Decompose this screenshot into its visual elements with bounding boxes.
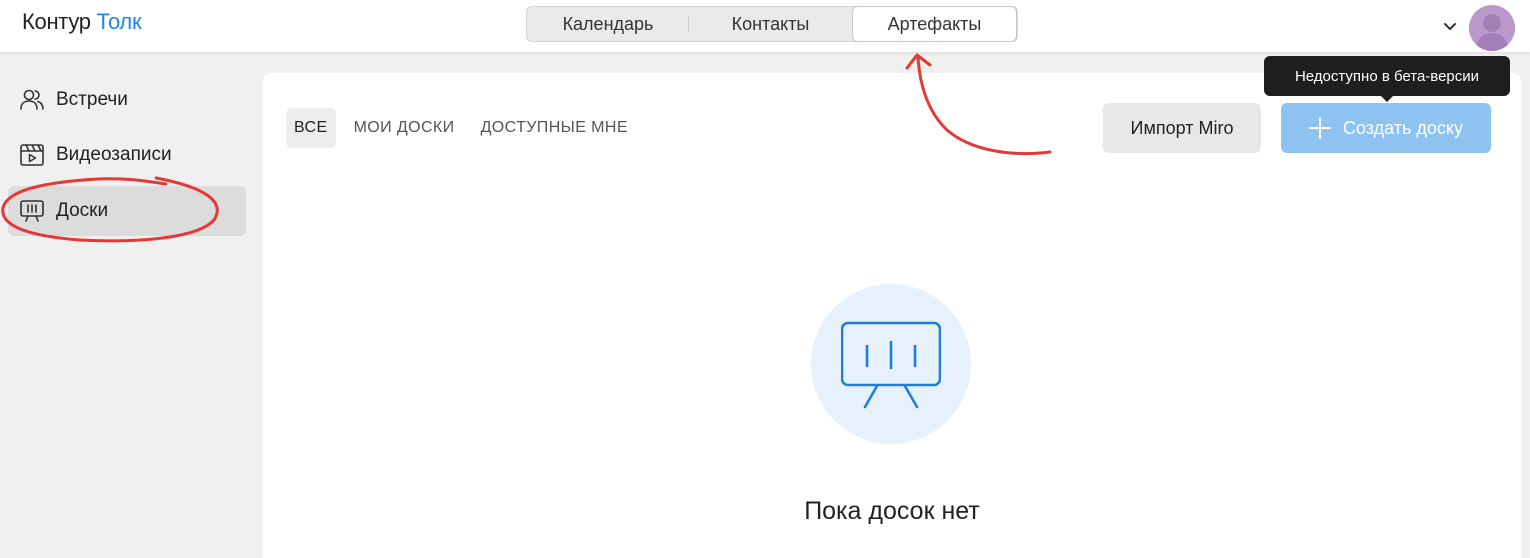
sidebar: Встречи Видеозаписи Доски (0, 53, 255, 558)
tab-contacts[interactable]: Контакты (689, 7, 852, 41)
people-icon (20, 89, 44, 110)
app-root: Контур Толк Календарь Контакты Артефакты (0, 0, 1530, 558)
filter-all[interactable]: ВСЕ (286, 108, 336, 148)
logo[interactable]: Контур Толк (22, 9, 142, 35)
user-silhouette-icon (1475, 14, 1509, 51)
tooltip: Недоступно в бета-версии (1264, 56, 1510, 102)
main-panel: ВСЕ МОИ ДОСКИ ДОСТУПНЫЕ МНЕ Импорт Miro … (263, 73, 1521, 558)
sidebar-item-boards[interactable]: Доски (8, 186, 246, 236)
avatar[interactable] (1469, 5, 1515, 51)
filter-shared-with-me[interactable]: ДОСТУПНЫЕ МНЕ (473, 108, 636, 148)
board-icon (20, 200, 44, 222)
empty-state-text: Пока досок нет (804, 497, 980, 525)
sidebar-item-label: Встречи (56, 89, 128, 110)
empty-state-illustration (811, 284, 971, 444)
create-board-label: Создать доску (1343, 117, 1463, 138)
sidebar-item-label: Доски (56, 200, 109, 221)
tab-calendar[interactable]: Календарь (527, 7, 689, 41)
top-header: Контур Толк Календарь Контакты Артефакты (0, 0, 1530, 53)
board-filters: ВСЕ МОИ ДОСКИ ДОСТУПНЫЕ МНЕ (286, 108, 646, 148)
annotation-arrowhead (905, 53, 932, 70)
sidebar-item-meetings[interactable]: Встречи (8, 75, 246, 125)
logo-product: Толк (96, 9, 142, 34)
board-icon (841, 321, 941, 409)
logo-brand: Контур (22, 9, 91, 34)
section-switcher: Календарь Контакты Артефакты (526, 6, 1018, 42)
tab-artifacts[interactable]: Артефакты (852, 6, 1017, 42)
create-board-button[interactable]: Создать доску (1281, 103, 1491, 153)
video-clapper-icon (20, 144, 44, 166)
plus-icon (1309, 117, 1331, 139)
import-miro-button[interactable]: Импорт Miro (1103, 103, 1261, 153)
sidebar-item-label: Видеозаписи (56, 144, 172, 165)
chevron-down-icon[interactable] (1441, 17, 1459, 35)
sidebar-item-recordings[interactable]: Видеозаписи (8, 130, 246, 180)
filter-my-boards[interactable]: МОИ ДОСКИ (346, 108, 463, 148)
